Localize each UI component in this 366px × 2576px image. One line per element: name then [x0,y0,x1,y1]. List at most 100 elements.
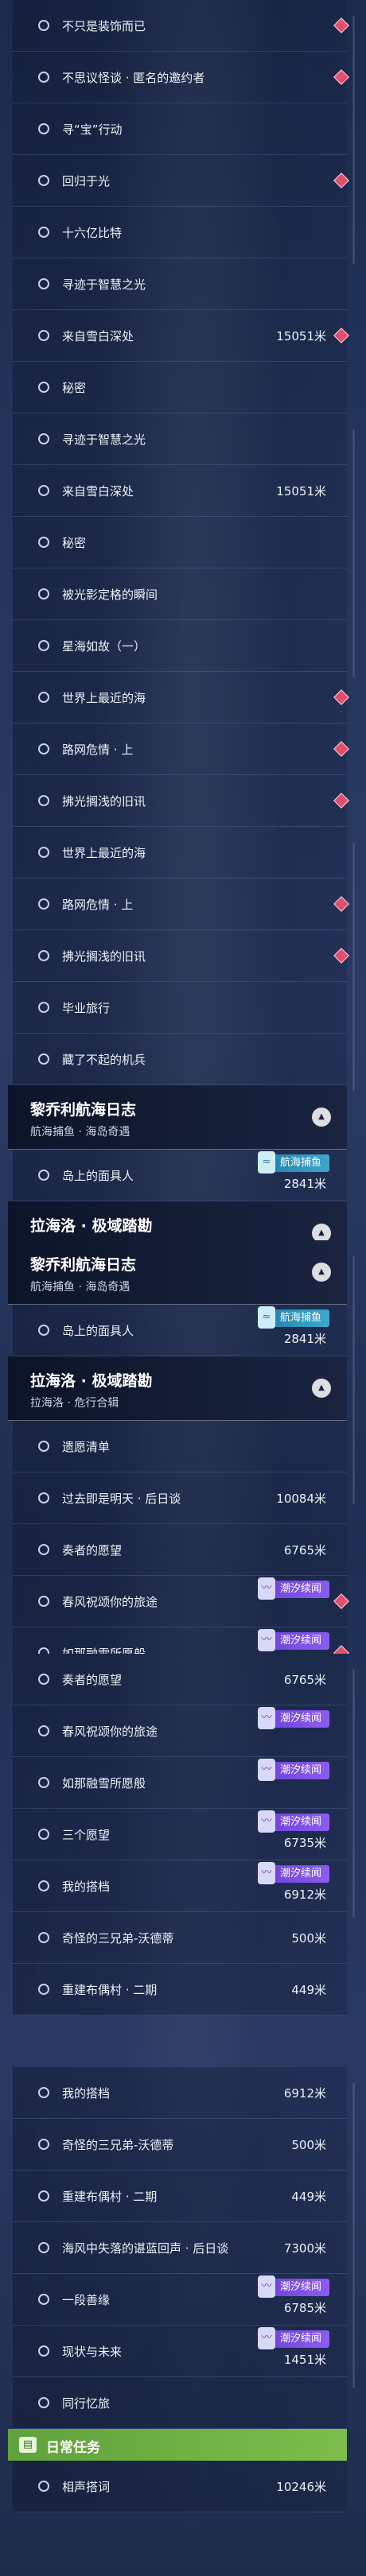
radio-circle-icon[interactable] [38,1492,49,1503]
radio-circle-icon[interactable] [38,898,49,910]
radio-circle-icon[interactable] [38,1647,49,1654]
radio-circle-icon[interactable] [38,2139,49,2150]
quest-row[interactable]: 来自雪白深处 15051米 [13,465,347,517]
radio-circle-icon[interactable] [38,2190,49,2202]
quest-row[interactable]: 遗愿清单 [13,1421,347,1472]
radio-circle-icon[interactable] [38,2481,49,2492]
radio-circle-icon[interactable] [38,1777,49,1788]
quest-row[interactable]: 拂光搁浅的旧讯 [13,930,349,982]
radio-circle-icon[interactable] [38,175,49,186]
radio-circle-icon[interactable] [38,640,49,651]
quest-row[interactable]: 如那融雪所愿般 潮汐续闻 [13,1757,347,1809]
quest-row[interactable]: 来自雪白深处 15051米 [13,310,349,362]
radio-circle-icon[interactable] [38,2397,49,2408]
event-tag-badge: 潮汐续闻 [258,1862,329,1884]
radio-circle-icon[interactable] [38,1932,49,1943]
radio-circle-icon[interactable] [38,1053,49,1065]
quest-group-header[interactable]: 拉海洛 · 极域踏勘拉海洛 · 危行合辑▲ [8,1356,347,1421]
quest-row[interactable]: 秘密 [13,362,347,413]
quest-row[interactable]: 过去即是明天 · 后日谈 10084米 [13,1472,347,1524]
quest-group-header[interactable]: 黎乔利航海日志 航海捕鱼 · 海岛奇遇 ▲ [8,1240,347,1305]
radio-circle-icon[interactable] [38,2294,49,2305]
radio-circle-icon[interactable] [38,795,49,806]
radio-circle-icon[interactable] [38,537,49,548]
radio-circle-icon[interactable] [38,1674,49,1685]
quest-row[interactable]: 星海如故（一） [13,620,347,672]
daily-tasks-title: 日常任务 [46,2440,100,2456]
radio-circle-icon[interactable] [38,1170,49,1181]
radio-circle-icon[interactable] [38,1441,49,1452]
radio-circle-icon[interactable] [38,485,49,496]
radio-circle-icon[interactable] [38,227,49,238]
quest-row[interactable]: 十六亿比特 [13,207,347,258]
radio-circle-icon[interactable] [38,743,49,755]
quest-row[interactable]: 我的搭档 6912米 [13,2067,347,2119]
radio-circle-icon[interactable] [38,1725,49,1736]
radio-circle-icon[interactable] [38,330,49,341]
quest-row[interactable]: 拂光搁浅的旧讯 [13,775,349,827]
radio-circle-icon[interactable] [38,1880,49,1891]
radio-circle-icon[interactable] [38,1596,49,1607]
radio-circle-icon[interactable] [38,950,49,961]
quest-row[interactable]: 路网危情 · 上 [13,879,349,930]
radio-circle-icon[interactable] [38,20,49,31]
quest-row[interactable]: 回归于光 [13,155,349,207]
quest-row[interactable]: 奏者的愿望 6765米 [13,1654,347,1705]
quest-row[interactable]: 一段善缘 潮汐续闻 6785米 [13,2274,347,2326]
quest-row[interactable]: 路网危情 · 上 [13,724,349,775]
radio-circle-icon[interactable] [38,278,49,289]
radio-circle-icon[interactable] [38,2242,49,2253]
radio-circle-icon[interactable] [38,72,49,83]
quest-row[interactable]: 不思议怪谈 · 匿名的邀约者 [13,52,349,103]
quest-row[interactable]: 同行忆旅 [13,2377,347,2429]
quest-row[interactable]: 相声搭词 10246米 [13,2461,347,2512]
radio-circle-icon[interactable] [38,1544,49,1555]
quest-row[interactable]: 世界上最近的海 [13,672,349,724]
event-tag-badge: 潮汐续闻 [258,1707,329,1729]
quest-row[interactable]: 秘密 [13,517,347,568]
quest-row[interactable]: 不只是装饰而已 [13,0,349,52]
quest-row[interactable]: 世界上最近的海 [13,827,347,879]
quest-row[interactable]: 寻迹于智慧之光 [13,258,347,310]
radio-circle-icon[interactable] [38,847,49,858]
quest-row[interactable]: 重建布偶村 · 二期 449米 [13,1964,347,2015]
collapse-chevron-icon[interactable]: ▲ [312,1379,331,1398]
collapse-chevron-icon[interactable]: ▲ [312,1108,331,1127]
quest-row[interactable]: 藏了不起的机兵 [13,1034,347,1085]
radio-circle-icon[interactable] [38,1829,49,1840]
radio-circle-icon[interactable] [38,2345,49,2357]
radio-circle-icon[interactable] [38,382,49,393]
collapse-chevron-icon[interactable]: ▲ [312,1224,331,1240]
radio-circle-icon[interactable] [38,1325,49,1336]
distance-value: 10246米 [276,2480,326,2494]
quest-row[interactable]: 现状与未来 潮汐续闻 1451米 [13,2326,347,2377]
radio-circle-icon[interactable] [38,588,49,599]
quest-row[interactable]: 寻“宝”行动 [13,103,347,155]
quest-row[interactable]: 寻迹于智慧之光 [13,413,347,465]
quest-row[interactable]: 三个愿望 潮汐续闻 6735米 [13,1809,347,1860]
radio-circle-icon[interactable] [38,1984,49,1995]
daily-tasks-section-header[interactable]: ▤ 日常任务 [8,2429,347,2461]
quest-row[interactable]: 海风中失落的谌蓝回声 · 后日谈 7300米 [13,2222,347,2274]
quest-row[interactable]: 如那融雪所愿般 潮汐续闻 [13,1627,349,1654]
radio-circle-icon[interactable] [38,1002,49,1013]
quest-row[interactable]: 岛上的面具人 航海捕鱼 2841米 [13,1305,347,1356]
radio-circle-icon[interactable] [38,2087,49,2098]
quest-row[interactable]: 毕业旅行 [13,982,347,1034]
radio-circle-icon[interactable] [38,123,49,134]
quest-group-header[interactable]: 黎乔利航海日志 航海捕鱼 · 海岛奇遇 ▲ [8,1085,347,1150]
quest-row[interactable]: 奇怪的三兄弟-沃德蒂 500米 [13,2119,347,2171]
quest-row[interactable]: 重建布偶村 · 二期 449米 [13,2171,347,2222]
quest-row[interactable]: 我的搭档 潮汐续闻 6912米 [13,1860,347,1912]
quest-row[interactable]: 春风祝颂你的旅途 潮汐续闻 [13,1705,347,1757]
collapse-chevron-icon[interactable]: ▲ [312,1263,331,1282]
quest-row[interactable]: 奏者的愿望 6765米 [13,1524,347,1576]
quest-row[interactable]: 春风祝颂你的旅途 潮汐续闻 [13,1576,349,1627]
radio-circle-icon[interactable] [38,433,49,444]
new-marker-diamond-icon [333,328,349,343]
quest-row[interactable]: 被光影定格的瞬间 [13,568,347,620]
quest-group-header[interactable]: 拉海洛 · 极域踏勘拉海洛 · 危行合辑▲ [8,1201,347,1240]
radio-circle-icon[interactable] [38,692,49,703]
quest-row[interactable]: 岛上的面具人 航海捕鱼 2841米 [13,1150,347,1201]
quest-row[interactable]: 奇怪的三兄弟-沃德蒂 500米 [13,1912,347,1964]
